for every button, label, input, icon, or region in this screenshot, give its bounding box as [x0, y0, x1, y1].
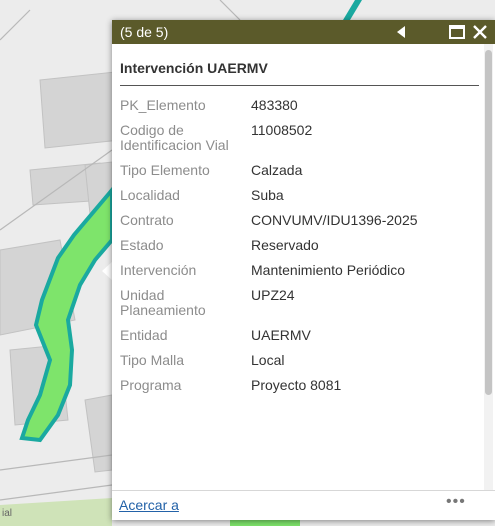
attribute-table: PK_Elemento 483380 Codigo de Identificac… [120, 94, 475, 399]
attribute-value: Proyecto 8081 [251, 377, 342, 393]
attribute-value: CONVUMV/IDU1396-2025 [251, 212, 418, 228]
attribute-value: UPZ24 [251, 287, 295, 303]
feature-popup: (5 de 5) Intervención UAERMV PK_Elemento… [112, 20, 495, 520]
attribute-value: Reservado [251, 237, 319, 253]
popup-title: Intervención UAERMV [120, 60, 268, 76]
map-street-label: ial [2, 508, 12, 519]
attribute-label: Tipo Malla [120, 352, 185, 368]
attribute-row: Contrato CONVUMV/IDU1396-2025 [120, 209, 475, 234]
attribute-label: PK_Elemento [120, 97, 206, 113]
popup-header: (5 de 5) [112, 20, 495, 44]
attribute-label: Contrato [120, 212, 174, 228]
attribute-value: 483380 [251, 97, 298, 113]
attribute-label: Intervención [120, 262, 197, 278]
attribute-value: Local [251, 352, 285, 368]
attribute-value: Mantenimiento Periódico [251, 262, 406, 278]
ellipsis-icon[interactable]: ••• [446, 493, 466, 511]
attribute-row: Codigo de Identificacion Vial 11008502 [120, 119, 475, 159]
feature-counter: (5 de 5) [120, 24, 169, 40]
attribute-row: Unidad Planeamiento UPZ24 [120, 284, 475, 324]
attribute-value: Suba [251, 187, 284, 203]
attribute-row: Entidad UAERMV [120, 324, 475, 349]
popup-content[interactable]: Intervención UAERMV PK_Elemento 483380 C… [112, 44, 495, 490]
attribute-row: PK_Elemento 483380 [120, 94, 475, 119]
attribute-row: Estado Reservado [120, 234, 475, 259]
attribute-row: Localidad Suba [120, 184, 475, 209]
popup-pointer [102, 262, 112, 280]
popup-footer: Acercar a ••• [112, 490, 495, 520]
attribute-label: Unidad Planeamiento [120, 287, 206, 318]
triangle-left-icon[interactable] [394, 25, 408, 39]
attribute-label: Localidad [120, 187, 180, 203]
attribute-value: UAERMV [251, 327, 311, 343]
maximize-icon[interactable] [449, 25, 465, 39]
attribute-row: Tipo Malla Local [120, 349, 475, 374]
attribute-row: Programa Proyecto 8081 [120, 374, 475, 399]
attribute-label: Entidad [120, 327, 168, 343]
attribute-value: 11008502 [251, 122, 313, 138]
title-divider [120, 85, 479, 86]
attribute-label: Programa [120, 377, 182, 393]
attribute-label: Codigo de Identificacion Vial [120, 122, 229, 153]
close-icon[interactable] [472, 24, 488, 40]
attribute-row: Intervención Mantenimiento Periódico [120, 259, 475, 284]
attribute-label: Tipo Elemento [120, 162, 210, 178]
zoom-to-link[interactable]: Acercar a [119, 497, 179, 513]
attribute-row: Tipo Elemento Calzada [120, 159, 475, 184]
attribute-value: Calzada [251, 162, 303, 178]
attribute-label: Estado [120, 237, 164, 253]
scrollbar-thumb[interactable] [485, 50, 492, 395]
